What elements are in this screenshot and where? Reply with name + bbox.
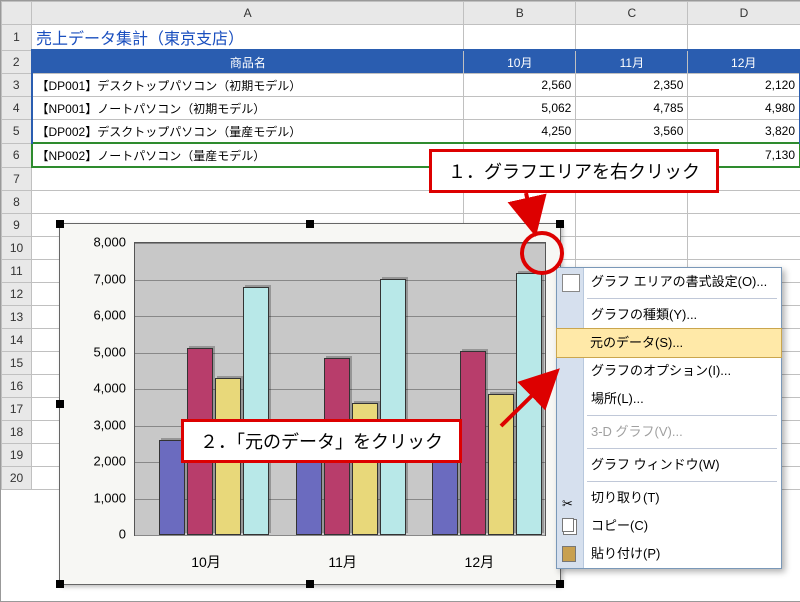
menu-chart-type[interactable]: グラフの種類(Y)... <box>557 301 781 329</box>
row-header[interactable]: 2 <box>2 50 32 74</box>
scissors-icon: ✂ <box>562 490 578 506</box>
row-header[interactable]: 19 <box>2 444 32 467</box>
table-header-m1[interactable]: 10月 <box>464 50 576 74</box>
row-header[interactable]: 7 <box>2 167 32 191</box>
bar[interactable] <box>380 279 406 535</box>
bar[interactable] <box>243 287 269 535</box>
cell-name[interactable]: 【NP002】ノートパソコン（量産モデル） <box>32 143 464 167</box>
row-header[interactable]: 12 <box>2 283 32 306</box>
y-tick-label: 7,000 <box>70 271 126 286</box>
y-tick-label: 6,000 <box>70 308 126 323</box>
cell[interactable]: 2,120 <box>688 74 800 97</box>
row-header[interactable]: 20 <box>2 467 32 490</box>
row-header[interactable]: 5 <box>2 120 32 144</box>
copy-icon <box>562 518 574 532</box>
cell[interactable]: 4,980 <box>688 97 800 120</box>
row-header[interactable]: 16 <box>2 375 32 398</box>
row-header[interactable]: 18 <box>2 421 32 444</box>
y-tick-label: 0 <box>70 527 126 542</box>
row-header[interactable]: 15 <box>2 352 32 375</box>
highlight-circle <box>520 231 564 275</box>
cell[interactable]: 4,250 <box>464 120 576 144</box>
menu-chart-options[interactable]: グラフのオプション(I)... <box>557 357 781 385</box>
table-header-m2[interactable]: 11月 <box>576 50 688 74</box>
chart-object[interactable]: 0 1,000 2,000 3,000 4,000 5,000 6,000 7,000 8,00… <box>59 223 561 585</box>
row-header[interactable]: 11 <box>2 260 32 283</box>
y-tick-label: 4,000 <box>70 381 126 396</box>
x-tick-label: 11月 <box>328 552 357 572</box>
menu-3d-chart: 3-D グラフ(V)... <box>557 418 781 446</box>
col-header-b[interactable]: B <box>464 2 576 25</box>
row-header[interactable]: 10 <box>2 237 32 260</box>
paste-icon <box>562 546 576 562</box>
context-menu: グラフ エリアの書式設定(O)... グラフの種類(Y)... 元のデータ(S)… <box>556 267 782 569</box>
cell[interactable]: 2,350 <box>576 74 688 97</box>
row-header[interactable]: 4 <box>2 97 32 120</box>
x-tick-label: 10月 <box>191 552 221 572</box>
col-header-c[interactable]: C <box>576 2 688 25</box>
menu-copy[interactable]: コピー(C) <box>557 512 781 540</box>
menu-chart-window[interactable]: グラフ ウィンドウ(W) <box>557 451 781 479</box>
menu-source-data[interactable]: 元のデータ(S)... <box>556 328 782 358</box>
format-icon <box>562 274 580 292</box>
row-header[interactable]: 3 <box>2 74 32 97</box>
menu-location[interactable]: 場所(L)... <box>557 385 781 413</box>
col-header-d[interactable]: D <box>688 2 800 25</box>
x-tick-label: 12月 <box>465 552 495 572</box>
cell[interactable]: 2,560 <box>464 74 576 97</box>
y-tick-label: 2,000 <box>70 454 126 469</box>
cell-name[interactable]: 【DP002】デスクトップパソコン（量産モデル） <box>32 120 464 144</box>
callout-step1: １．グラフエリアを右クリック <box>429 149 719 193</box>
row-header[interactable]: 17 <box>2 398 32 421</box>
cell[interactable]: 5,062 <box>464 97 576 120</box>
cell[interactable]: 4,785 <box>576 97 688 120</box>
y-tick-label: 1,000 <box>70 490 126 505</box>
bar[interactable] <box>488 394 514 535</box>
corner-cell[interactable] <box>2 2 32 25</box>
cell[interactable]: 3,560 <box>576 120 688 144</box>
cell-name[interactable]: 【DP001】デスクトップパソコン（初期モデル） <box>32 74 464 97</box>
row-header[interactable]: 13 <box>2 306 32 329</box>
menu-format-chart[interactable]: グラフ エリアの書式設定(O)... <box>557 268 781 296</box>
y-tick-label: 8,000 <box>70 235 126 250</box>
cell-name[interactable]: 【NP001】ノートパソコン（初期モデル） <box>32 97 464 120</box>
sheet-title[interactable]: 売上データ集計（東京支店） <box>32 25 464 51</box>
menu-paste[interactable]: 貼り付け(P) <box>557 540 781 568</box>
bar[interactable] <box>460 351 486 535</box>
table-header-m3[interactable]: 12月 <box>688 50 800 74</box>
callout-step2: ２．「元のデータ」をクリック <box>181 419 462 463</box>
y-tick-label: 3,000 <box>70 417 126 432</box>
row-header[interactable]: 1 <box>2 25 32 51</box>
y-tick-label: 5,000 <box>70 344 126 359</box>
row-header[interactable]: 6 <box>2 143 32 167</box>
cell[interactable]: 3,820 <box>688 120 800 144</box>
col-header-a[interactable]: A <box>32 2 464 25</box>
bar[interactable] <box>432 456 458 535</box>
row-header[interactable]: 9 <box>2 214 32 237</box>
menu-cut[interactable]: ✂切り取り(T) <box>557 484 781 512</box>
table-header-name[interactable]: 商品名 <box>32 50 464 74</box>
bar[interactable] <box>516 273 542 535</box>
plot-area[interactable] <box>134 242 546 536</box>
row-header[interactable]: 14 <box>2 329 32 352</box>
row-header[interactable]: 8 <box>2 191 32 214</box>
